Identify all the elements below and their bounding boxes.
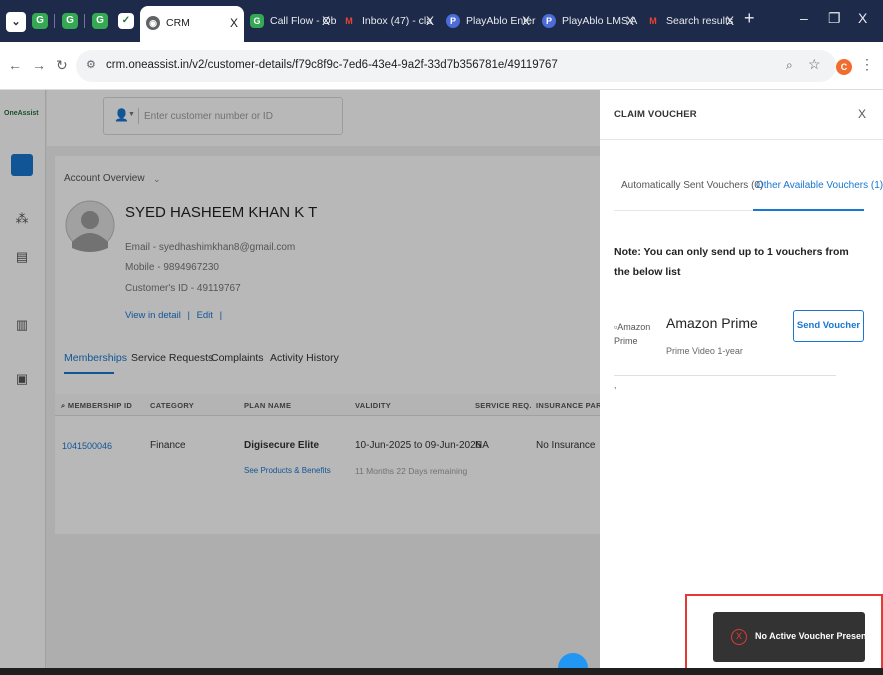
active-voucher-tab-indicator bbox=[753, 209, 864, 211]
drawer-close-button[interactable]: X bbox=[858, 107, 866, 121]
tab-close-icon[interactable]: X bbox=[626, 4, 634, 38]
url-text[interactable]: crm.oneassist.in/v2/customer-details/f79… bbox=[106, 59, 558, 71]
back-arrow-icon[interactable]: ← bbox=[8, 57, 22, 73]
globe-icon: ◉ bbox=[146, 16, 160, 30]
trailing-text: , bbox=[614, 380, 617, 390]
voucher-divider bbox=[614, 375, 836, 376]
voucher-image-alt: Amazon Prime bbox=[614, 322, 651, 346]
tab-other-available-vouchers[interactable]: Other Available Vouchers (1) bbox=[756, 180, 883, 191]
tab-automatically-sent-vouchers[interactable]: Automatically Sent Vouchers (0) bbox=[621, 180, 763, 191]
bottom-edge bbox=[0, 668, 883, 675]
address-toolbar: ← → ↻ ⚙ crm.oneassist.in/v2/customer-det… bbox=[0, 42, 883, 90]
restore-button[interactable]: ❐ bbox=[828, 10, 841, 27]
error-circle-icon: X bbox=[731, 629, 747, 645]
omnibox[interactable]: ⚙ crm.oneassist.in/v2/customer-details/f… bbox=[76, 50, 836, 82]
tab-close-icon[interactable]: X bbox=[322, 4, 330, 38]
new-tab-button[interactable]: + bbox=[744, 8, 755, 29]
profile-avatar[interactable]: C bbox=[836, 59, 852, 75]
tab-close-icon[interactable]: X bbox=[230, 6, 238, 40]
send-voucher-button[interactable]: Send Voucher bbox=[793, 310, 864, 342]
pinned-tab-icon[interactable]: G bbox=[62, 13, 78, 29]
zoom-icon[interactable]: ⌕ bbox=[786, 58, 793, 73]
toast-message: No Active Voucher Present bbox=[755, 631, 870, 641]
drawer-header: CLAIM VOUCHER X bbox=[600, 90, 883, 140]
browser-tab-strip: ⌄ G G G ✓ ◉ CRM X G Call Flow - Obj X M … bbox=[0, 0, 883, 42]
pinned-tab-icon[interactable]: G bbox=[92, 13, 108, 29]
tab-close-icon[interactable]: X bbox=[426, 4, 434, 38]
forward-arrow-icon[interactable]: → bbox=[32, 57, 46, 73]
kebab-menu-icon[interactable]: ⋮ bbox=[860, 56, 874, 73]
minimize-button[interactable]: – bbox=[800, 10, 808, 26]
tab-playablo-enterprise[interactable]: P PlayAblo Enterp X bbox=[440, 4, 536, 38]
claim-voucher-drawer: CLAIM VOUCHER X Automatically Sent Vouch… bbox=[600, 90, 883, 668]
playablo-icon: P bbox=[542, 14, 556, 28]
voucher-name: Amazon Prime bbox=[666, 315, 758, 331]
window-close-button[interactable]: X bbox=[858, 10, 867, 26]
sheets-icon: G bbox=[250, 14, 264, 28]
amazon-prime-image: ▫Amazon Prime bbox=[614, 320, 660, 348]
tab-search-results[interactable]: M Search results X bbox=[640, 4, 740, 38]
tab-separator bbox=[54, 14, 55, 28]
bookmark-star-icon[interactable]: ☆ bbox=[808, 56, 821, 73]
tab-crm[interactable]: ◉ CRM X bbox=[140, 6, 244, 42]
gmail-icon: M bbox=[649, 16, 657, 26]
tab-inbox[interactable]: M Inbox (47) - cla X bbox=[336, 4, 440, 38]
modal-backdrop[interactable] bbox=[0, 90, 600, 668]
drawer-title: CLAIM VOUCHER bbox=[614, 109, 697, 120]
error-toast: X No Active Voucher Present bbox=[713, 612, 870, 662]
pinned-tab-icon[interactable]: G bbox=[32, 13, 48, 29]
tab-close-icon[interactable]: X bbox=[522, 4, 530, 38]
tab-separator bbox=[84, 14, 85, 28]
tab-close-icon[interactable]: X bbox=[726, 4, 734, 38]
voucher-description: Prime Video 1-year bbox=[666, 346, 743, 356]
site-settings-icon[interactable]: ⚙ bbox=[86, 58, 96, 71]
reload-icon[interactable]: ↻ bbox=[56, 57, 68, 74]
oneassist-pinned-tab-icon[interactable]: ✓ bbox=[118, 13, 134, 29]
tab-search-dropdown-icon[interactable]: ⌄ bbox=[6, 12, 26, 32]
tab-call-flow[interactable]: G Call Flow - Obj X bbox=[244, 4, 336, 38]
playablo-icon: P bbox=[446, 14, 460, 28]
voucher-limit-note: Note: You can only send up to 1 vouchers… bbox=[614, 246, 849, 278]
gmail-icon: M bbox=[345, 16, 353, 26]
tab-playablo-lms[interactable]: P PlayAblo LMS A X bbox=[536, 4, 640, 38]
